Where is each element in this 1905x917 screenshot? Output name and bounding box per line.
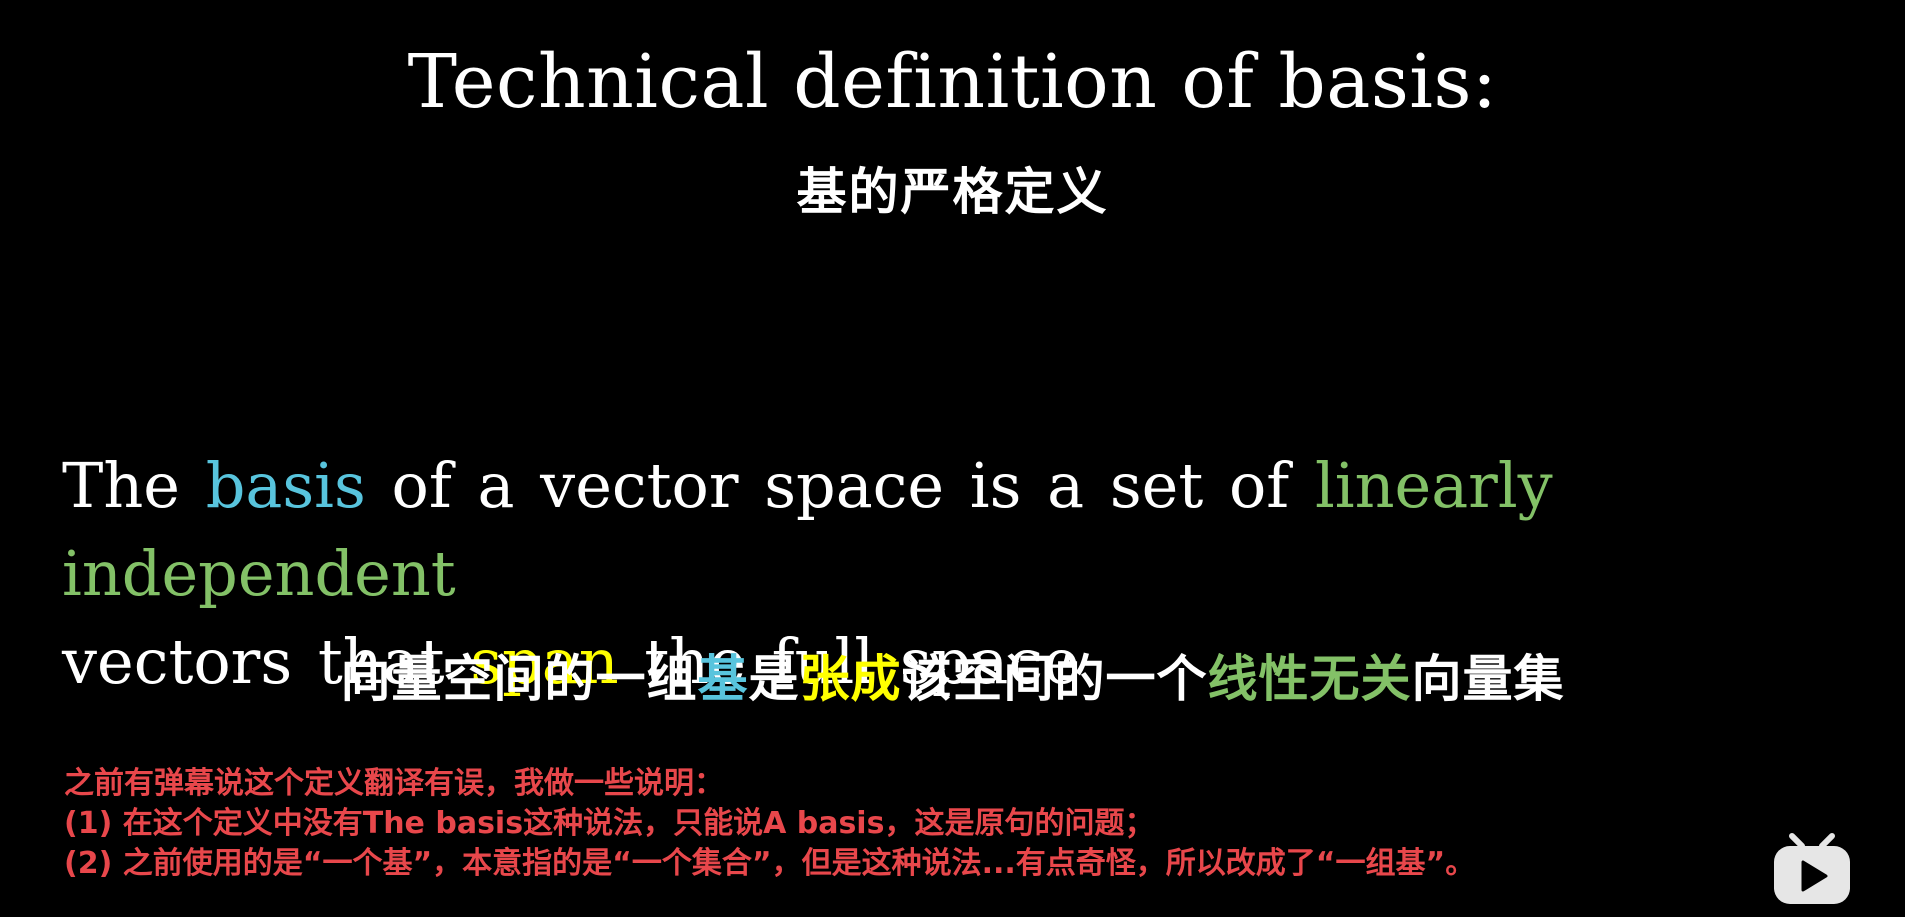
definition-cn-segment: 该空间的一个 [901,650,1208,708]
note-line-1: 之前有弹幕说这个定义翻译有误，我做一些说明： [64,766,724,801]
note-line-2: (1) 在这个定义中没有The basis这种说法，只能说A basis，这是原… [64,806,1155,841]
term-cn-span: 张成 [799,650,902,708]
bilibili-tv-play-icon[interactable] [1770,832,1854,908]
definition-cn-segment: 是 [748,650,800,708]
definition-text-segment: of a vector space is a set of [365,449,1315,522]
definition-text-segment: The [62,449,206,522]
definition-cn: 向量空间的一组基是张成该空间的一个线性无关向量集 [0,652,1905,707]
translator-note: 之前有弹幕说这个定义翻译有误，我做一些说明： (1) 在这个定义中没有The b… [64,764,1764,884]
slide-title: Technical definition of basis: [407,39,1498,125]
slide-subtitle-cn: 基的严格定义 [796,163,1109,221]
note-line-3: (2) 之前使用的是“一个基”，本意指的是“一个集合”，但是这种说法...有点奇… [64,846,1476,881]
term-basis: basis [205,449,366,522]
definition-cn-segment: 向量空间的一组 [340,650,698,708]
definition-line-1: The basis of a vector space is a set of … [62,442,1862,618]
bilibili-logo-svg [1774,833,1850,904]
term-cn-basis: 基 [697,650,749,708]
term-cn-linearly-independent: 线性无关 [1207,650,1412,708]
definition-cn-segment: 向量集 [1411,650,1565,708]
